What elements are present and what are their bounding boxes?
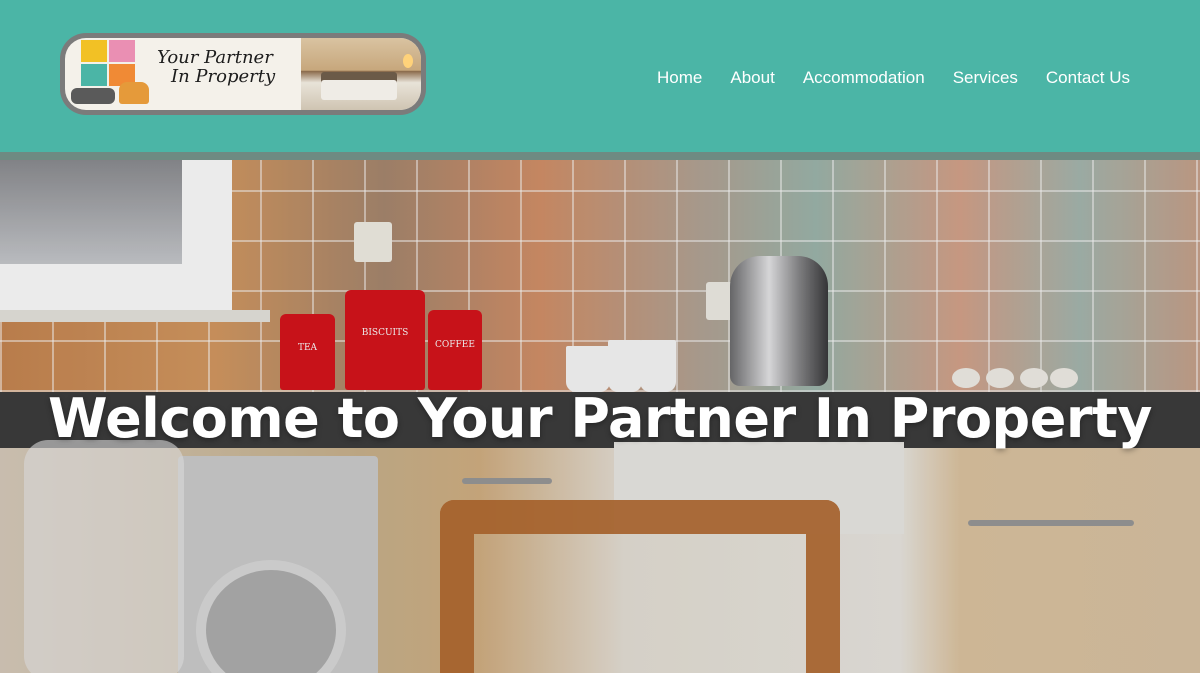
logo-wordmark: Your Partner In Property bbox=[157, 48, 275, 86]
nav-contact-us[interactable]: Contact Us bbox=[1046, 66, 1130, 90]
nav-home[interactable]: Home bbox=[657, 66, 702, 90]
site-header: Your Partner In Property Home About Acco… bbox=[0, 0, 1200, 152]
logo-lamp-image bbox=[403, 54, 413, 68]
nav-accommodation[interactable]: Accommodation bbox=[803, 66, 925, 90]
logo-swatch-pink bbox=[109, 40, 135, 62]
nav-services[interactable]: Services bbox=[953, 66, 1018, 90]
hero-banner: TEA BISCUITS COFFEE Welcome to Your Part… bbox=[0, 160, 1200, 673]
logo-chair-image bbox=[119, 82, 149, 104]
logo-sofa-image bbox=[71, 88, 115, 104]
hero-title: Welcome to Your Partner In Property bbox=[48, 387, 1152, 450]
site-logo[interactable]: Your Partner In Property bbox=[60, 33, 426, 115]
logo-text-line2: In Property bbox=[171, 66, 276, 87]
logo-swatch-yellow bbox=[81, 40, 107, 62]
logo-swatch-teal bbox=[81, 64, 107, 86]
nav-about[interactable]: About bbox=[730, 66, 774, 90]
logo-graphic: Your Partner In Property bbox=[65, 38, 421, 110]
logo-text-line1: Your Partner bbox=[157, 47, 273, 68]
header-divider bbox=[0, 152, 1200, 160]
logo-bed-image bbox=[321, 80, 397, 100]
main-nav: Home About Accommodation Services Contac… bbox=[657, 66, 1130, 90]
